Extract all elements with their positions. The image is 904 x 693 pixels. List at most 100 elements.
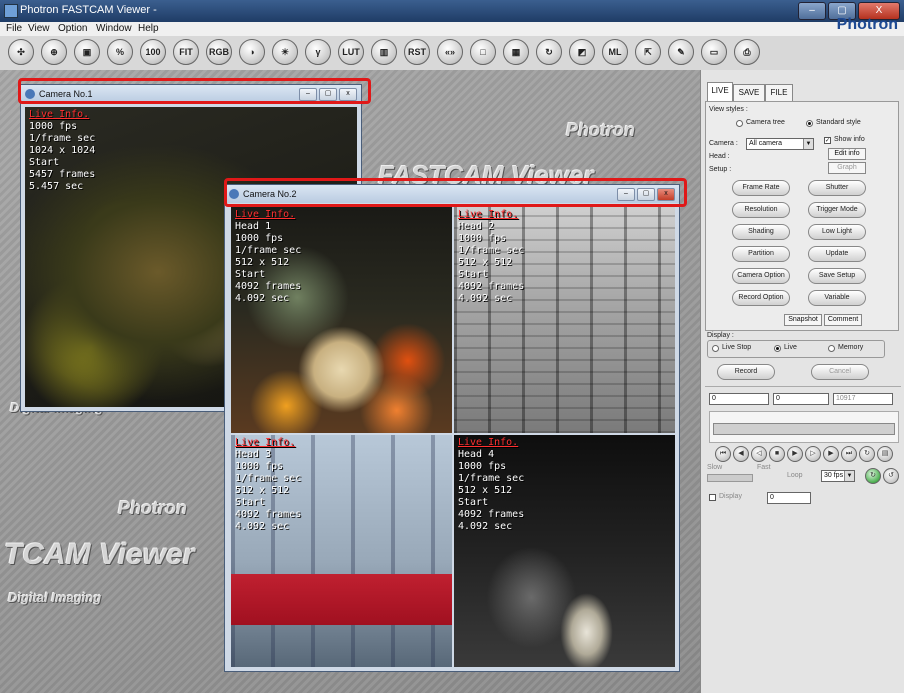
- trigger-mode-button[interactable]: Trigger Mode: [808, 202, 866, 218]
- app-icon: [4, 4, 18, 18]
- skip-start-icon[interactable]: ⏮: [715, 446, 731, 462]
- live-info-line: 1000 fps: [29, 121, 78, 132]
- memory-radio[interactable]: [828, 345, 835, 352]
- head-1-live-info: Live Info. Head 1 1000 fps 1/frame sec 512 x…: [235, 209, 301, 305]
- speed-slider[interactable]: [707, 474, 753, 482]
- camera-2-head-1-view[interactable]: Live Info. Head 1 1000 fps 1/frame sec 512 x…: [231, 207, 452, 433]
- show-info-checkbox[interactable]: ✓: [824, 137, 831, 144]
- keyboard-icon[interactable]: ▭: [701, 39, 727, 65]
- contrast-icon[interactable]: ◑: [239, 39, 265, 65]
- cancel-button[interactable]: Cancel: [811, 364, 869, 380]
- graph-button[interactable]: Graph: [828, 162, 866, 174]
- shutter-button[interactable]: Shutter: [808, 180, 866, 196]
- loop-back-button[interactable]: ↺: [883, 468, 899, 484]
- tab-save[interactable]: SAVE: [733, 84, 765, 102]
- edit-info-button[interactable]: Edit info: [828, 148, 866, 160]
- step-fwd-icon[interactable]: ▷: [805, 446, 821, 462]
- live-label: Live: [784, 344, 797, 351]
- loop-icon[interactable]: ↻: [859, 446, 875, 462]
- camera-option-button[interactable]: Camera Option: [732, 268, 790, 284]
- tab-file[interactable]: FILE: [765, 84, 793, 102]
- image-icon[interactable]: ◩: [569, 39, 595, 65]
- play-icon[interactable]: ▶: [787, 446, 803, 462]
- end-frame-field[interactable]: 10917: [833, 393, 893, 405]
- camera-2-window[interactable]: Camera No.2 – ▢ x Live Info. Head 1 1000 f…: [224, 184, 680, 672]
- stop-icon[interactable]: ■: [769, 446, 785, 462]
- trigger-icon[interactable]: ⇱: [635, 39, 661, 65]
- update-button[interactable]: Update: [808, 246, 866, 262]
- display-checkbox[interactable]: [709, 494, 716, 501]
- record-button[interactable]: Record: [717, 364, 775, 380]
- current-frame-field[interactable]: 0: [773, 393, 829, 405]
- unsharp-icon[interactable]: «»: [437, 39, 463, 65]
- live-info-line: 1000 fps: [458, 461, 507, 472]
- menu-view[interactable]: View: [28, 23, 50, 34]
- snapshot-button[interactable]: Snapshot: [784, 314, 822, 326]
- color-bars-icon[interactable]: ▥: [371, 39, 397, 65]
- live-info-line: 512 x 512: [458, 485, 513, 496]
- standard-style-radio[interactable]: [806, 120, 813, 127]
- live-info-line: 4092 frames: [235, 281, 302, 292]
- live-info-line: Start: [29, 157, 60, 168]
- frame-rate-button[interactable]: Frame Rate: [732, 180, 790, 196]
- rgb-icon[interactable]: RGB: [206, 39, 232, 65]
- camera-select[interactable]: All camera ▼: [746, 138, 814, 150]
- camera-2-head-3-view[interactable]: Live Info. Head 3 1000 fps 1/frame sec 512 x…: [231, 435, 452, 667]
- brightness-icon[interactable]: ☀: [272, 39, 298, 65]
- loop-play-button[interactable]: ↻: [865, 468, 881, 484]
- save-setup-button[interactable]: Save Setup: [808, 268, 866, 284]
- fit-icon[interactable]: FIT: [173, 39, 199, 65]
- display-step-field[interactable]: 0: [767, 492, 811, 504]
- shading-button[interactable]: Shading: [732, 224, 790, 240]
- live-stop-radio[interactable]: [712, 345, 719, 352]
- live-radio[interactable]: [774, 345, 781, 352]
- live-info-line: 1/frame sec: [29, 133, 96, 144]
- color-reset-icon[interactable]: RST: [404, 39, 430, 65]
- gamma-icon[interactable]: γ: [305, 39, 331, 65]
- live-info-line: 1000 fps: [235, 461, 284, 472]
- printer-icon[interactable]: ⎙: [734, 39, 760, 65]
- head-4-live-info: Live Info. Head 4 1000 fps 1/frame sec 512 x…: [458, 437, 524, 533]
- step-back-icon[interactable]: ◁: [751, 446, 767, 462]
- menu-window[interactable]: Window: [96, 23, 132, 34]
- camera-2-head-2-view[interactable]: Live Info. Head 2 1000 fps 1/frame sec 512 x…: [454, 207, 675, 433]
- window-icon[interactable]: ▣: [74, 39, 100, 65]
- percent-icon[interactable]: %: [107, 39, 133, 65]
- low-light-button[interactable]: Low Light: [808, 224, 866, 240]
- fps-select[interactable]: 30 fps ▼: [821, 470, 855, 482]
- variable-button[interactable]: Variable: [808, 290, 866, 306]
- start-frame-field[interactable]: 0: [709, 393, 769, 405]
- record-option-button[interactable]: Record Option: [732, 290, 790, 306]
- partition-button[interactable]: Partition: [732, 246, 790, 262]
- app-title-bar: Photron FASTCAM Viewer - – ▢ X: [0, 0, 904, 22]
- menu-option[interactable]: Option: [58, 23, 87, 34]
- menu-file[interactable]: File: [6, 23, 22, 34]
- move-icon[interactable]: ✣: [8, 39, 34, 65]
- grid-icon[interactable]: ▦: [503, 39, 529, 65]
- tab-live[interactable]: LIVE: [707, 82, 733, 102]
- live-info-line: Start: [458, 269, 489, 280]
- resolution-button[interactable]: Resolution: [732, 202, 790, 218]
- zoom-100-icon[interactable]: 100: [140, 39, 166, 65]
- frame-icon[interactable]: □: [470, 39, 496, 65]
- setup-label: Setup :: [709, 166, 732, 173]
- multi-lock-icon[interactable]: ML: [602, 39, 628, 65]
- skip-end-icon[interactable]: ⏭: [841, 446, 857, 462]
- menu-help[interactable]: Help: [138, 23, 159, 34]
- live-info-line: 1024 x 1024: [29, 145, 96, 156]
- live-info-line: 512 x 512: [458, 257, 513, 268]
- pen-icon[interactable]: ✎: [668, 39, 694, 65]
- prev-icon[interactable]: ◀: [733, 446, 749, 462]
- zoom-in-icon[interactable]: ⊕: [41, 39, 67, 65]
- next-icon[interactable]: ▶: [823, 446, 839, 462]
- camera-2-head-4-view[interactable]: Live Info. Head 4 1000 fps 1/frame sec 512 x…: [454, 435, 675, 667]
- save-icon[interactable]: ▤: [877, 446, 893, 462]
- frame-slider-track[interactable]: [713, 423, 895, 435]
- rotate-icon[interactable]: ↻: [536, 39, 562, 65]
- live-stop-label: Live Stop: [722, 344, 752, 351]
- live-info-line: Start: [235, 497, 266, 508]
- minimize-button[interactable]: –: [798, 2, 826, 20]
- comment-button[interactable]: Comment: [824, 314, 862, 326]
- lut-reset-icon[interactable]: LUT: [338, 39, 364, 65]
- camera-tree-radio[interactable]: [736, 120, 743, 127]
